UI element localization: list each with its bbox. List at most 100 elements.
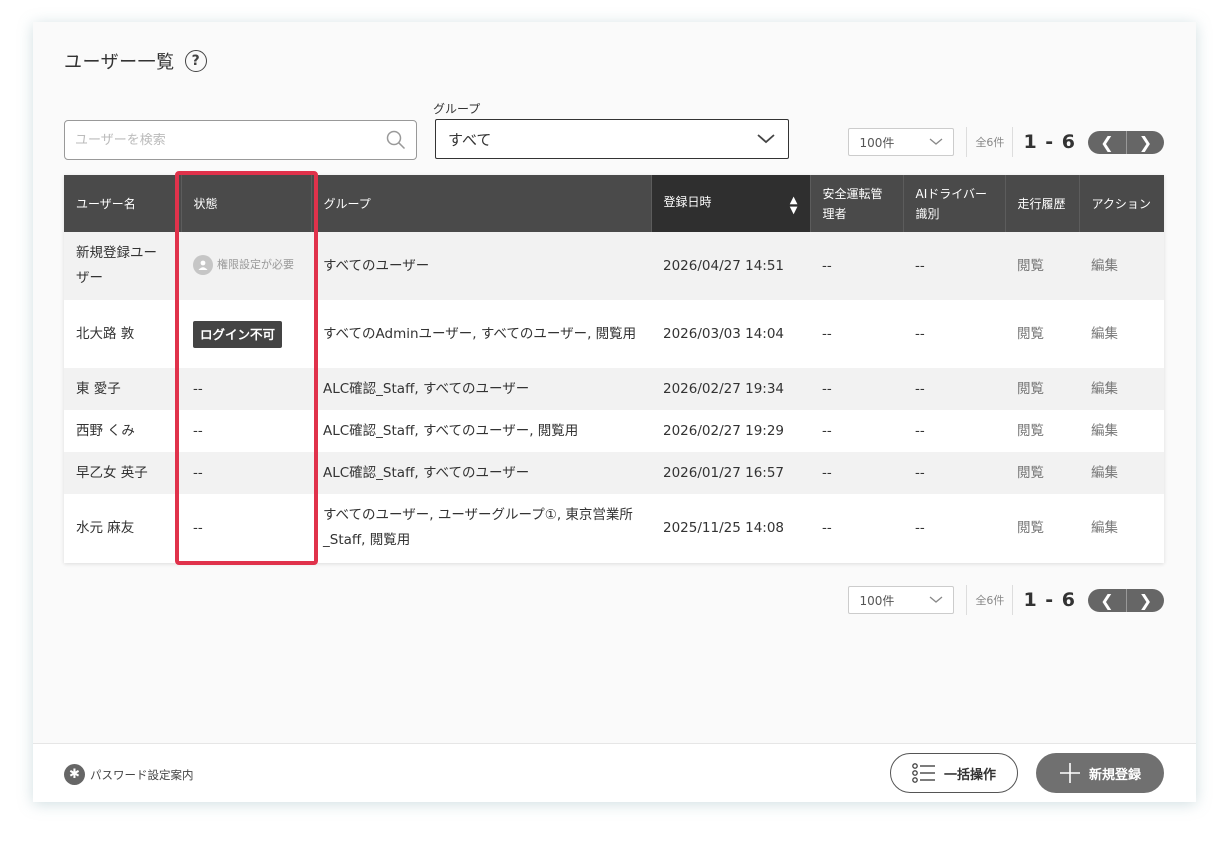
cell-date: 2026/01/27 16:57 — [651, 452, 810, 494]
edit-link[interactable]: 編集 — [1079, 410, 1164, 452]
pager-bottom: 100件 全6件 1 - 6 ❮ ❯ — [848, 585, 1164, 615]
per-page-select[interactable]: 100件 — [848, 586, 955, 614]
cell-status: -- — [181, 368, 311, 410]
divider — [1012, 127, 1014, 157]
search-icon[interactable] — [386, 130, 406, 150]
total-count: 全6件 — [975, 136, 1005, 149]
group-filter-label: グループ — [433, 102, 481, 116]
view-history-link[interactable]: 閲覧 — [1005, 368, 1079, 410]
edit-link[interactable]: 編集 — [1079, 494, 1164, 562]
view-history-link[interactable]: 閲覧 — [1005, 452, 1079, 494]
per-page-value: 100件 — [859, 135, 895, 150]
column-header-group[interactable]: グループ — [311, 175, 652, 232]
gear-icon: ✱ — [64, 764, 85, 785]
column-header-status[interactable]: 状態 — [181, 175, 312, 232]
new-registration-label: 新規登録 — [1088, 767, 1141, 783]
page-nav: ❮ ❯ — [1088, 130, 1164, 154]
new-registration-button[interactable]: 新規登録 — [1036, 753, 1164, 793]
sort-icon: ▲ ▼ — [789, 194, 798, 216]
search-input[interactable] — [75, 132, 386, 148]
edit-link[interactable]: 編集 — [1079, 452, 1164, 494]
cell-safety: -- — [810, 452, 903, 494]
list-icon — [912, 763, 935, 783]
group-filter-select[interactable]: すべて — [435, 119, 789, 159]
cell-group: ALC確認_Staff, すべてのユーザー, 閲覧用 — [311, 410, 651, 452]
chevron-down-icon — [930, 596, 943, 603]
per-page-select[interactable]: 100件 — [848, 128, 955, 156]
page-range: 1 - 6 — [1023, 131, 1076, 153]
total-count: 全6件 — [975, 594, 1005, 607]
column-header-ai-driver[interactable]: AIドライバー識別 — [903, 175, 1006, 232]
edit-link[interactable]: 編集 — [1079, 368, 1164, 410]
divider — [966, 585, 968, 615]
user-list-panel: ユーザー一覧 ? グループ すべて 100件 全6件 1 - 6 ❮ ❯ — [33, 22, 1196, 802]
cell-safety: -- — [810, 232, 903, 300]
password-guide-link[interactable]: ✱ パスワード設定案内 — [64, 764, 194, 785]
prev-page-button[interactable]: ❮ — [1088, 589, 1126, 612]
user-table: ユーザー名 状態 グループ 登録日時 ▲ ▼ 安全運転管理者 AIドライバー識別 … — [64, 175, 1164, 563]
cell-ai: -- — [903, 368, 1005, 410]
cell-user-name: 北大路 敦 — [64, 300, 181, 368]
cell-ai: -- — [903, 232, 1005, 300]
cell-user-name: 西野 くみ — [64, 410, 181, 452]
bulk-operation-label: 一括操作 — [943, 767, 996, 783]
help-icon[interactable]: ? — [184, 50, 207, 72]
cell-status: -- — [181, 494, 311, 562]
login-disabled-badge: ログイン不可 — [193, 320, 283, 348]
next-page-button[interactable]: ❯ — [1126, 588, 1164, 612]
table-row[interactable]: 西野 くみ -- ALC確認_Staff, すべてのユーザー, 閲覧用 2026… — [64, 410, 1164, 452]
prev-page-button[interactable]: ❮ — [1088, 131, 1126, 154]
table-row[interactable]: 北大路 敦 ログイン不可 すべてのAdminユーザー, すべてのユーザー, 閲覧… — [64, 300, 1164, 368]
column-header-label: 登録日時 — [663, 194, 712, 209]
table-row[interactable]: 早乙女 英子 -- ALC確認_Staff, すべてのユーザー 2026/01/… — [64, 452, 1164, 494]
cell-status: 権限設定が必要 — [181, 232, 311, 300]
status-text: 権限設定が必要 — [217, 258, 294, 272]
cell-user-name: 早乙女 英子 — [64, 452, 181, 494]
page-nav: ❮ ❯ — [1088, 588, 1164, 612]
footer-bar: ✱ パスワード設定案内 一括操作 新規登録 — [33, 743, 1196, 802]
bulk-operation-button[interactable]: 一括操作 — [890, 753, 1018, 793]
cell-group: ALC確認_Staff, すべてのユーザー — [311, 452, 651, 494]
view-history-link[interactable]: 閲覧 — [1005, 300, 1079, 368]
cell-date: 2026/04/27 14:51 — [651, 232, 810, 300]
cell-ai: -- — [903, 300, 1005, 368]
group-filter-value: すべて — [448, 130, 492, 149]
status-badge: 権限設定が必要 — [193, 252, 294, 277]
view-history-link[interactable]: 閲覧 — [1005, 494, 1079, 562]
plus-icon — [1059, 763, 1080, 783]
column-header-history[interactable]: 走行履歴 — [1005, 175, 1080, 232]
cell-group: すべてのAdminユーザー, すべてのユーザー, 閲覧用 — [311, 300, 651, 368]
chevron-down-icon — [757, 134, 775, 144]
edit-link[interactable]: 編集 — [1079, 300, 1164, 368]
cell-user-name: 新規登録ユーザー — [64, 232, 181, 300]
column-header-name[interactable]: ユーザー名 — [64, 175, 182, 232]
table-row[interactable]: 東 愛子 -- ALC確認_Staff, すべてのユーザー 2026/02/27… — [64, 368, 1164, 410]
page-title: ユーザー一覧 — [64, 52, 175, 73]
title-row: ユーザー一覧 ? — [64, 48, 207, 74]
view-history-link[interactable]: 閲覧 — [1005, 410, 1079, 452]
cell-safety: -- — [810, 368, 903, 410]
cell-date: 2026/02/27 19:29 — [651, 410, 810, 452]
next-page-button[interactable]: ❯ — [1126, 130, 1164, 154]
search-box — [64, 120, 417, 160]
chevron-down-icon — [930, 138, 943, 145]
cell-group: ALC確認_Staff, すべてのユーザー — [311, 368, 651, 410]
cell-status: -- — [181, 410, 311, 452]
table-row[interactable]: 新規登録ユーザー 権限設定が必要 すべてのユーザー 2026/04/27 14:… — [64, 232, 1164, 300]
cell-safety: -- — [810, 494, 903, 562]
cell-status: -- — [181, 452, 311, 494]
table-row[interactable]: 水元 麻友 -- すべてのユーザー, ユーザーグループ①, 東京営業所_Staf… — [64, 494, 1164, 562]
cell-ai: -- — [903, 452, 1005, 494]
cell-ai: -- — [903, 410, 1005, 452]
divider — [966, 127, 968, 157]
cell-user-name: 東 愛子 — [64, 368, 181, 410]
view-history-link[interactable]: 閲覧 — [1005, 232, 1079, 300]
column-header-safety-manager[interactable]: 安全運転管理者 — [810, 175, 904, 232]
per-page-value: 100件 — [859, 593, 895, 608]
cell-date: 2026/03/03 14:04 — [651, 300, 810, 368]
cell-status: ログイン不可 — [181, 300, 311, 368]
column-header-registered[interactable]: 登録日時 ▲ ▼ — [651, 175, 811, 232]
cell-group: すべてのユーザー, ユーザーグループ①, 東京営業所_Staff, 閲覧用 — [311, 494, 651, 562]
edit-link[interactable]: 編集 — [1079, 232, 1164, 300]
column-header-action[interactable]: アクション — [1079, 175, 1164, 232]
